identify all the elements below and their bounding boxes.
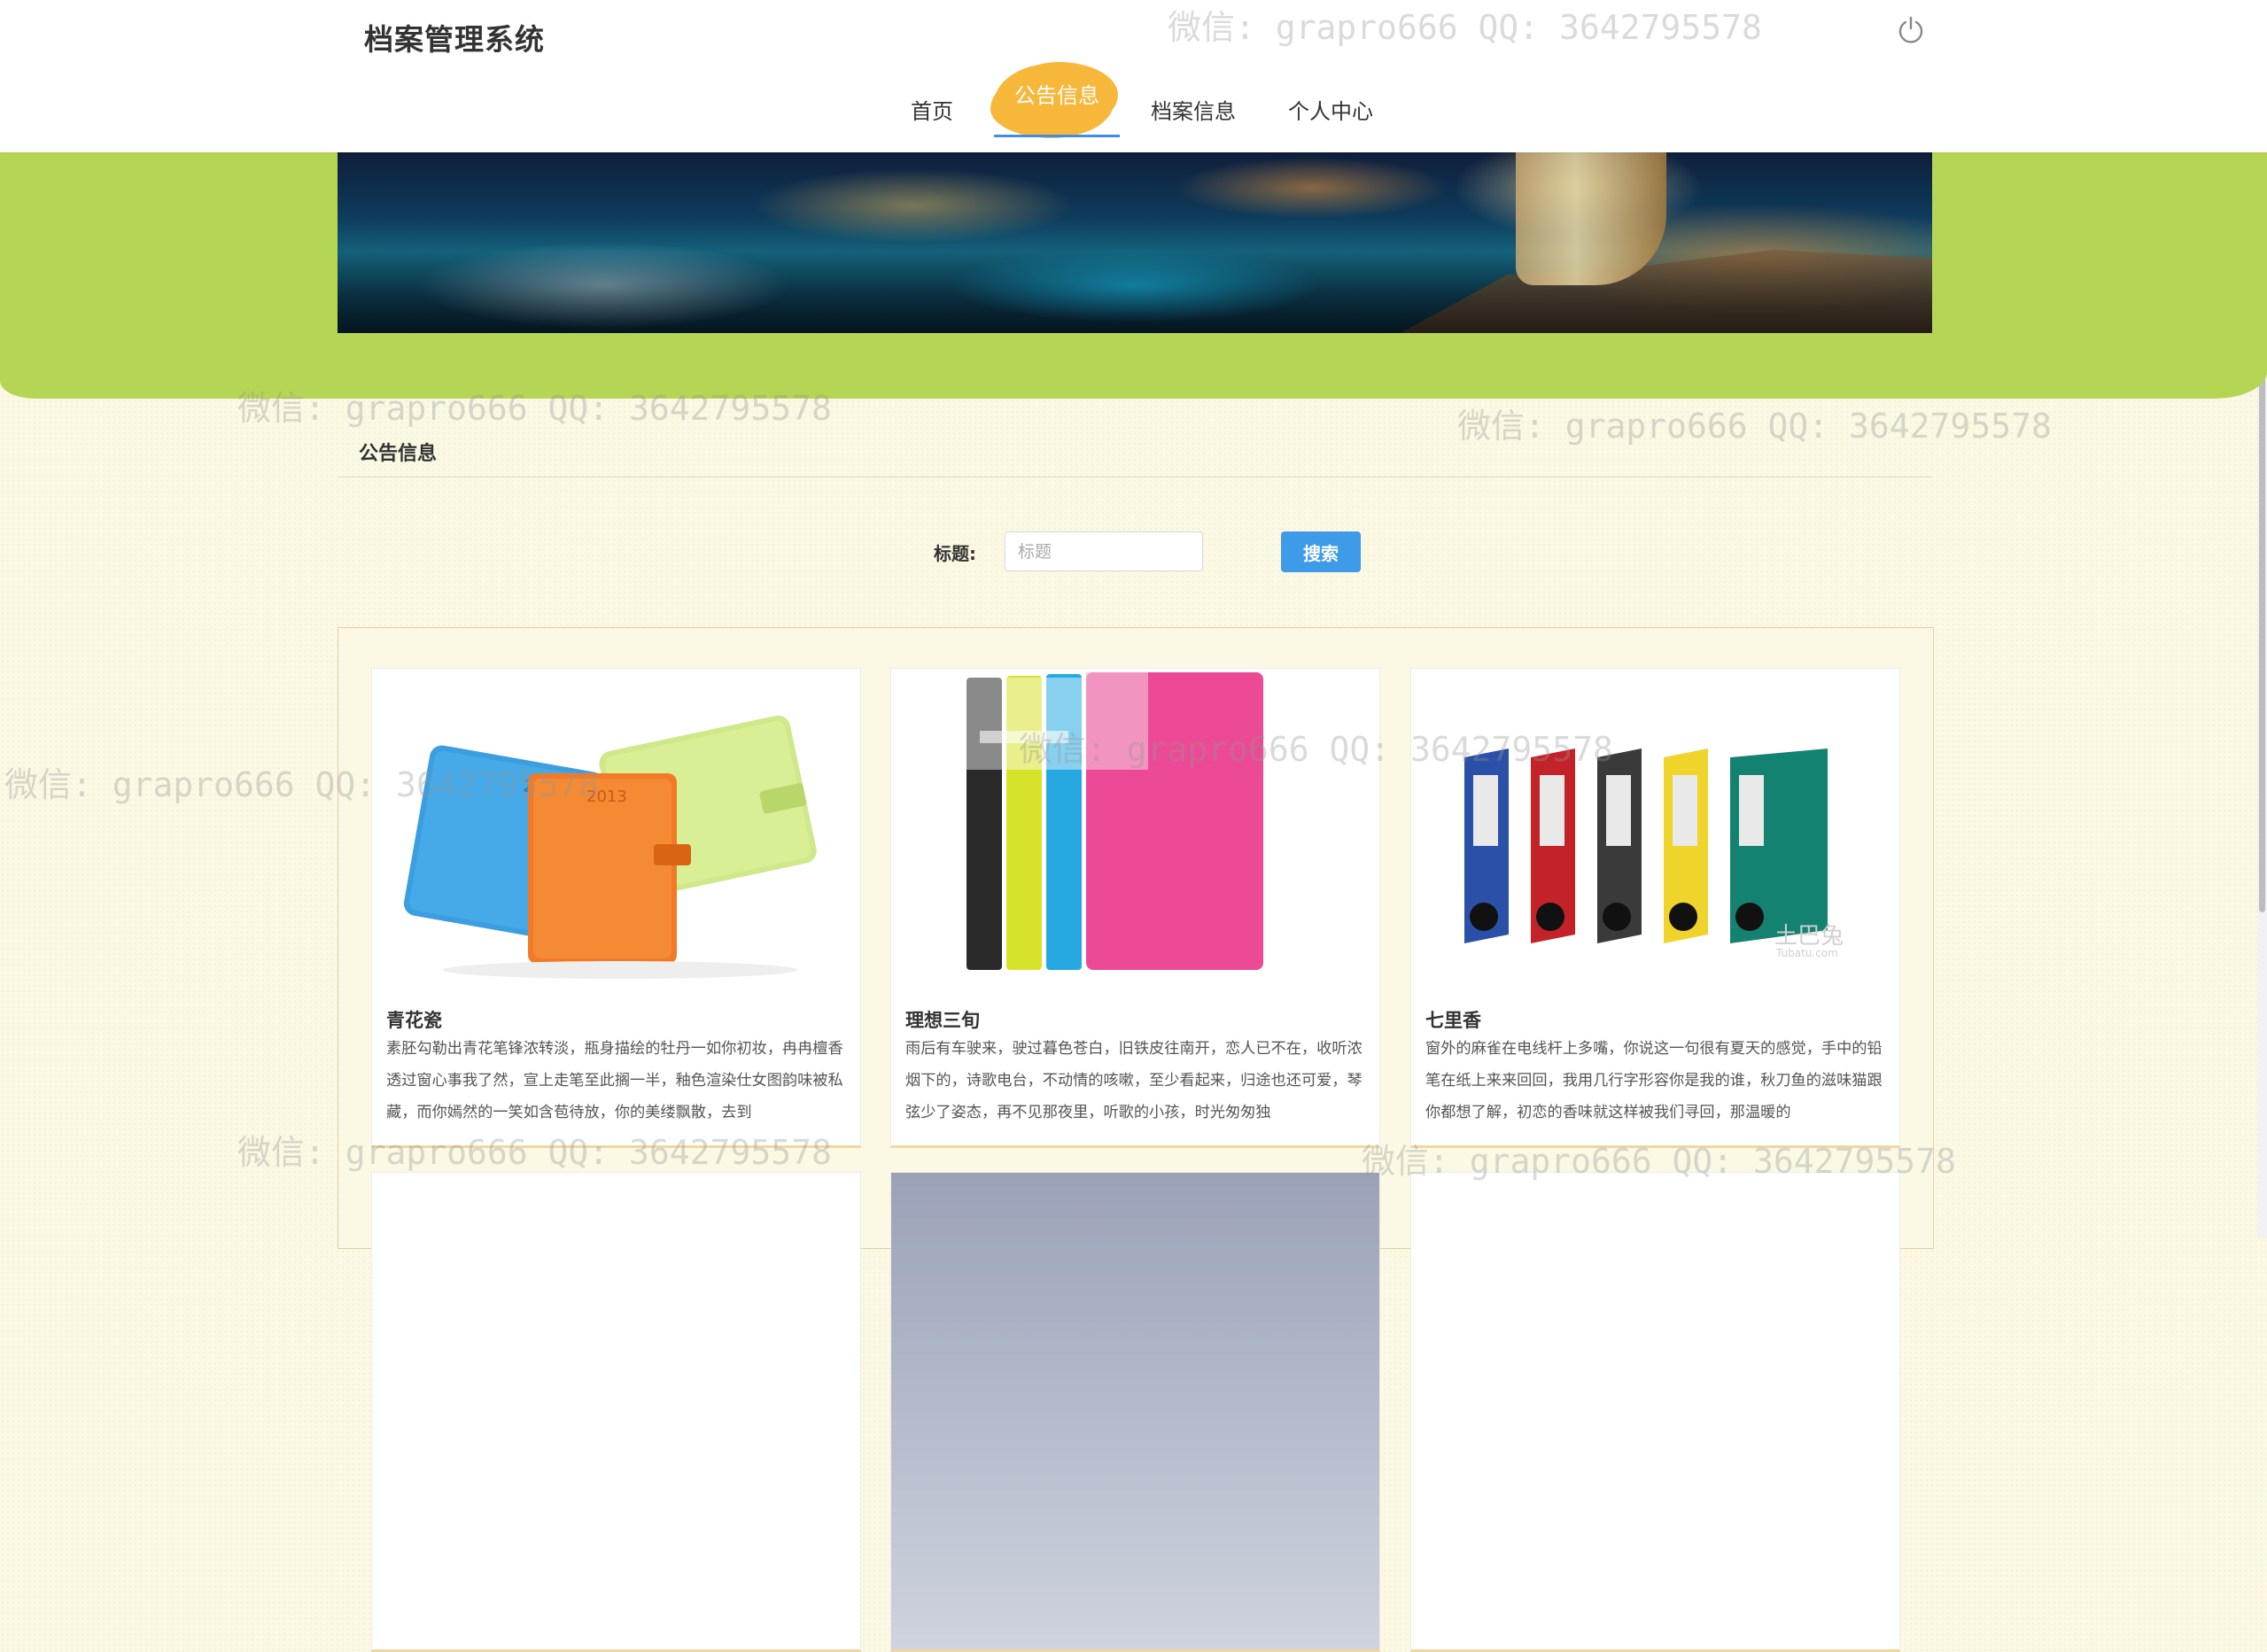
announcement-card[interactable] (1410, 1172, 1900, 1652)
active-nav-underline (994, 135, 1120, 137)
nav-item-label: 公告信息 (1014, 82, 1099, 108)
site-title: 档案管理系统 (364, 22, 545, 57)
card-description: 素胚勾勒出青花笔锋浓转淡，瓶身描绘的牡丹一如你初妆，冉冉檀香透过窗心事我了然，宣… (386, 1040, 843, 1121)
folders-image (891, 669, 1379, 997)
image-watermark-text: 土巴兔 (1774, 923, 1844, 950)
image-watermark-text: Tubatu.com (1775, 947, 1838, 959)
card-description: 雨后有车驶来，驶过暮色苍白，旧铁皮往南开，恋人已不在，收听浓烟下的，诗歌电台，不… (905, 1040, 1363, 1121)
announcement-card[interactable] (890, 1172, 1380, 1652)
card-title: 七里香 (1425, 1010, 1481, 1031)
announcement-card[interactable] (371, 1172, 861, 1652)
search-button[interactable]: 搜索 (1281, 531, 1361, 572)
card-description: 窗外的麻雀在电线杆上多嘴，你说这一句很有夏天的感觉，手中的铅笔在纸上来来回回，我… (1425, 1040, 1883, 1121)
main-nav: 首页 公告信息 档案信息 个人中心 (0, 64, 2267, 142)
nav-item-archives[interactable]: 档案信息 (1149, 80, 1238, 138)
nav-item-label: 档案信息 (1151, 98, 1236, 124)
nav-item-announcements[interactable]: 公告信息 (994, 64, 1114, 138)
announcement-card[interactable]: 2013 2013 青花瓷 素胚勾勒出青花笔锋浓转淡，瓶身描绘的牡丹一如你初妆，… (371, 668, 861, 1148)
header: 档案管理系统 首页 公告信息 档案信息 个人中心 (0, 0, 2267, 152)
notebook-year-text: 2013 (586, 787, 627, 806)
search-title-input[interactable] (1005, 531, 1203, 571)
notebooks-image: 2013 2013 (372, 669, 860, 997)
power-icon[interactable] (1896, 15, 1926, 45)
card-title: 青花瓷 (386, 1010, 442, 1031)
watermark-text: 微信: grapro666 QQ: 3642795578 (1457, 407, 2052, 446)
announcement-card[interactable]: 理想三旬 雨后有车驶来，驶过暮色苍白，旧铁皮往南开，恋人已不在，收听浓烟下的，诗… (890, 668, 1380, 1148)
section-title: 公告信息 (359, 443, 438, 465)
nav-item-home[interactable]: 首页 (907, 80, 957, 138)
nav-item-personal-center[interactable]: 个人中心 (1286, 80, 1375, 138)
card-image (891, 1173, 1379, 1649)
binders-image: 土巴兔 Tubatu.com (1411, 669, 1899, 997)
card-title: 理想三旬 (905, 1010, 980, 1031)
banner-image (338, 152, 1932, 333)
nav-item-label: 个人中心 (1288, 98, 1373, 124)
announcement-list: 2013 2013 青花瓷 素胚勾勒出青花笔锋浓转淡，瓶身描绘的牡丹一如你初妆，… (338, 627, 1934, 1652)
nav-item-label: 首页 (911, 98, 953, 124)
announcement-card[interactable]: 土巴兔 Tubatu.com 七里香 窗外的麻雀在电线杆上多嘴，你说这一句很有夏… (1410, 668, 1900, 1148)
search-label: 标题: (934, 543, 976, 564)
